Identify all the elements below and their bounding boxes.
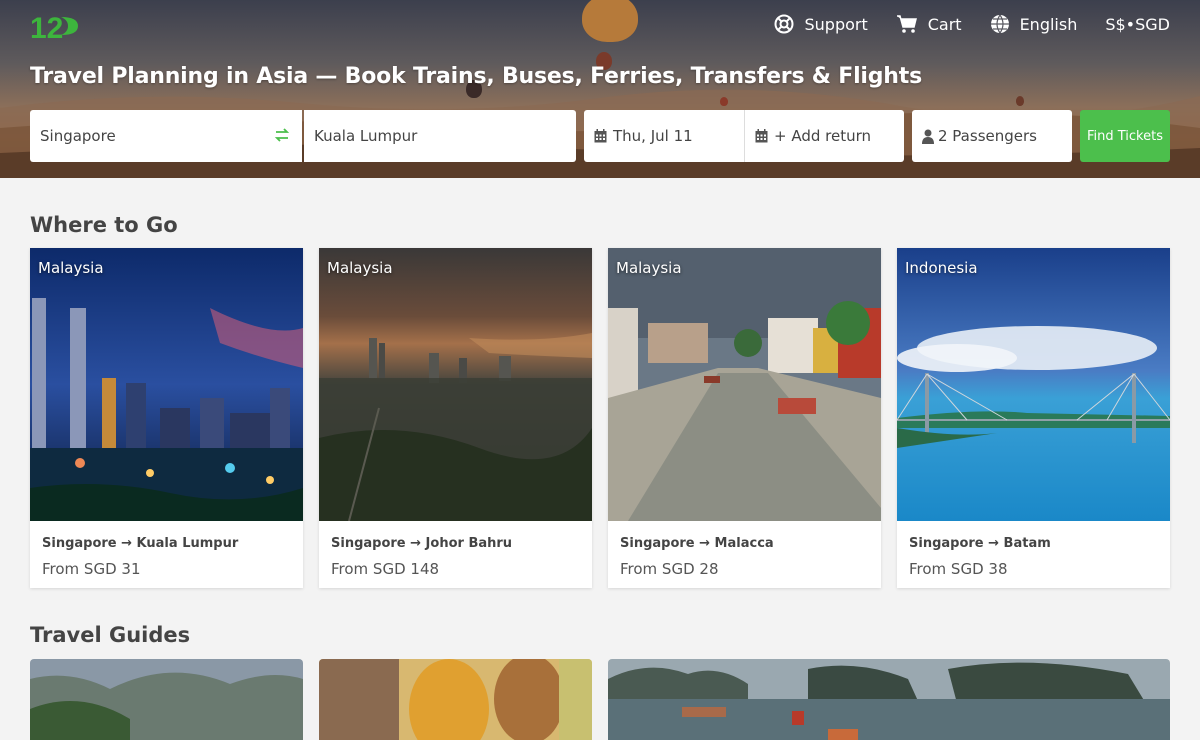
brand-logo[interactable]: 12 (30, 8, 80, 44)
destination-image: Malaysia (319, 248, 592, 521)
route-label: Singapore → Batam (909, 536, 1051, 551)
destination-image: Malaysia (30, 248, 303, 521)
return-value: + Add return (774, 127, 872, 145)
swap-icon[interactable] (274, 127, 290, 143)
route-label: Singapore → Malacca (620, 536, 774, 551)
guide-image (319, 659, 592, 740)
destination-card[interactable]: Indonesia Singapore → Batam From SGD 38 (897, 248, 1170, 588)
search-form: Singapore Kuala Lumpur Thu, Jul 11 + Add… (30, 110, 1170, 162)
calendar-icon (594, 129, 607, 143)
route-price: From SGD 28 (620, 560, 719, 578)
passengers-field[interactable]: 2 Passengers (912, 110, 1072, 162)
top-navigation: Support Cart English S$•SGD (774, 14, 1170, 34)
from-field[interactable]: Singapore (30, 110, 302, 162)
destination-country: Malaysia (327, 259, 393, 277)
route-price: From SGD 38 (909, 560, 1008, 578)
cart-icon (896, 15, 917, 33)
travel-guide-cards (30, 659, 1170, 740)
to-field[interactable]: Kuala Lumpur (304, 110, 576, 162)
page-title: Travel Planning in Asia — Book Trains, B… (30, 64, 922, 89)
guide-card[interactable] (30, 659, 303, 740)
where-to-go-heading: Where to Go (30, 213, 178, 237)
destination-image: Indonesia (897, 248, 1170, 521)
to-value: Kuala Lumpur (314, 127, 418, 145)
destination-image: Malaysia (608, 248, 881, 521)
route-label: Singapore → Johor Bahru (331, 536, 513, 551)
from-value: Singapore (40, 127, 116, 145)
svg-text:12: 12 (30, 12, 63, 44)
guide-card[interactable] (608, 659, 1170, 740)
date-value: Thu, Jul 11 (613, 127, 693, 145)
hero-banner: 12 Support Cart English S$•SGD Travel Pl… (0, 0, 1200, 178)
destination-card[interactable]: Malaysia Singapore → Johor Bahru From SG… (319, 248, 592, 588)
balloon-decoration (1016, 96, 1024, 106)
destination-card[interactable]: Malaysia Singapore → Malacca From SGD 28 (608, 248, 881, 588)
currency-label: S$•SGD (1105, 14, 1170, 34)
guide-image (30, 659, 303, 740)
travel-guides-heading: Travel Guides (30, 623, 191, 647)
currency-selector[interactable]: S$•SGD (1105, 15, 1170, 34)
balloon-decoration (720, 97, 728, 106)
destination-country: Indonesia (905, 259, 978, 277)
passengers-value: 2 Passengers (938, 127, 1037, 145)
support-label: Support (804, 14, 868, 34)
destination-cards: Malaysia Singapore → Kuala Lumpur From S… (30, 248, 1170, 588)
destination-country: Malaysia (38, 259, 104, 277)
guide-card[interactable] (319, 659, 592, 740)
return-field[interactable]: + Add return (744, 110, 904, 162)
route-price: From SGD 31 (42, 560, 141, 578)
globe-icon (990, 14, 1009, 34)
destination-country: Malaysia (616, 259, 682, 277)
date-field[interactable]: Thu, Jul 11 (584, 110, 744, 162)
support-link[interactable]: Support (774, 14, 868, 34)
route-label: Singapore → Kuala Lumpur (42, 536, 239, 551)
language-label: English (1019, 14, 1078, 34)
calendar-icon (755, 129, 768, 143)
balloon-decoration (582, 0, 638, 42)
language-selector[interactable]: English (990, 14, 1078, 34)
support-icon (774, 14, 794, 34)
cart-link[interactable]: Cart (896, 14, 962, 34)
person-icon (922, 129, 934, 144)
destination-card[interactable]: Malaysia Singapore → Kuala Lumpur From S… (30, 248, 303, 588)
cart-label: Cart (927, 14, 962, 34)
guide-image (608, 659, 1170, 740)
route-price: From SGD 148 (331, 560, 440, 578)
find-tickets-button[interactable]: Find Tickets (1080, 110, 1170, 162)
